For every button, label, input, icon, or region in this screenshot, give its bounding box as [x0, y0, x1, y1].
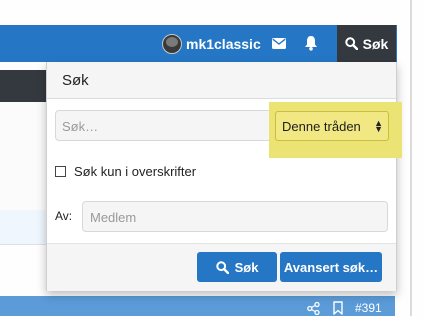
search-scope-select[interactable]: Denne tråden ▲ ▼ — [275, 111, 389, 141]
search-scope-value: Denne tråden — [282, 118, 361, 134]
bookmark-button[interactable] — [333, 301, 343, 320]
titles-only-option[interactable]: Søk kun i overskrifter — [55, 164, 196, 179]
page-edge-divider — [410, 0, 412, 316]
share-icon — [307, 301, 320, 316]
envelope-icon — [272, 38, 286, 49]
alerts-link[interactable] — [304, 35, 318, 51]
select-caret-icon: ▲ ▼ — [374, 118, 383, 134]
search-nav-label: Søk — [362, 35, 389, 52]
search-menu: Søk Søk… Denne tråden ▲ ▼ Søk kun i overs… — [46, 62, 402, 291]
titles-only-label: Søk kun i overskrifter — [74, 164, 197, 179]
secondary-nav-bar — [0, 70, 46, 103]
search-icon — [215, 260, 229, 274]
member-input-placeholder: Medlem — [90, 210, 137, 225]
bell-icon — [305, 36, 317, 51]
search-menu-header: Søk — [47, 62, 396, 99]
search-nav-button[interactable]: Søk — [337, 25, 396, 62]
user-account-link[interactable]: mk1classic — [162, 34, 261, 54]
search-icon — [344, 37, 358, 50]
member-field-label: Av: — [55, 209, 73, 223]
share-button[interactable] — [307, 301, 320, 320]
post-number-link[interactable]: #391 — [355, 301, 382, 315]
member-input[interactable]: Medlem — [82, 201, 388, 232]
titles-only-checkbox[interactable] — [55, 166, 66, 177]
advanced-search-label: Avansert søk… — [283, 259, 379, 275]
search-input-placeholder: Søk… — [62, 119, 99, 134]
inbox-link[interactable] — [272, 38, 286, 49]
bookmark-icon — [333, 301, 343, 315]
search-submit-label: Søk — [234, 259, 259, 275]
page-content-area — [0, 102, 46, 211]
search-submit-button[interactable]: Søk — [197, 252, 277, 282]
username: mk1classic — [186, 36, 261, 52]
page-content-strip — [0, 210, 46, 245]
avatar — [162, 34, 182, 54]
advanced-search-button[interactable]: Avansert søk… — [280, 252, 382, 282]
search-menu-title: Søk — [62, 72, 89, 89]
